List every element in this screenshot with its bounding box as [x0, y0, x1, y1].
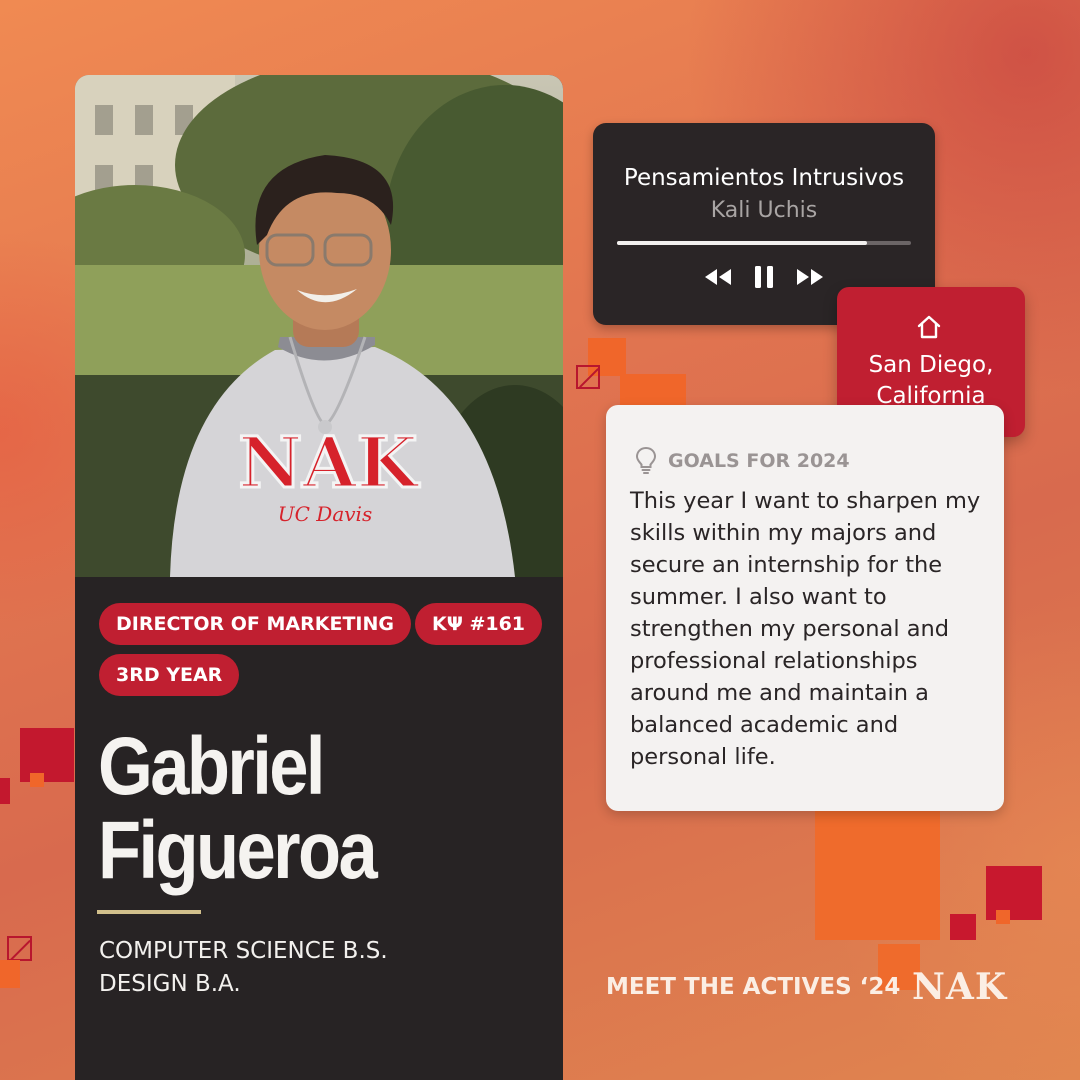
year-tag: 3RD YEAR: [99, 654, 240, 696]
pause-icon[interactable]: [746, 263, 782, 291]
major-line-2: DESIGN B.A.: [99, 971, 241, 997]
decor-square: [986, 866, 1042, 920]
decor-square: [815, 810, 940, 940]
major-line-1: COMPUTER SCIENCE B.S.: [99, 938, 388, 964]
decor-square: [996, 910, 1010, 924]
role-tag: DIRECTOR OF MARKETING: [99, 603, 411, 645]
footer-caption: MEET THE ACTIVES ‘24: [606, 974, 901, 1000]
hometown-text: San Diego, California: [837, 350, 1025, 412]
progress-fill: [617, 241, 867, 245]
progress-track[interactable]: [617, 241, 911, 245]
hometown-city: San Diego,: [868, 352, 994, 378]
fast-forward-icon[interactable]: [792, 263, 828, 291]
sweatshirt-script: UC Davis: [278, 502, 372, 526]
decor-square: [950, 914, 976, 940]
decor-square: [620, 374, 686, 408]
member-name: Gabriel Figueroa: [98, 725, 378, 896]
goals-heading: GOALS FOR 2024: [668, 450, 850, 472]
decor-square: [20, 728, 74, 782]
member-number-tag: ΚΨ #161: [414, 603, 543, 645]
decor-outline-square: [7, 936, 32, 961]
rewind-icon[interactable]: [700, 263, 736, 291]
role-tags: DIRECTOR OF MARKETING ΚΨ #161 3RD YEAR: [99, 603, 549, 705]
decor-square: [0, 778, 10, 804]
home-icon: [917, 315, 941, 339]
goals-body: This year I want to sharpen my skills wi…: [630, 488, 981, 770]
goals-card: GOALS FOR 2024 This year I want to sharp…: [606, 405, 1004, 811]
sweatshirt-letters: NAK: [238, 421, 419, 504]
nak-logo: NAK: [912, 966, 1008, 1008]
profile-photo-illustration: NAK UC Davis: [75, 75, 563, 577]
decor-square: [30, 773, 44, 787]
profile-card: NAK UC Davis DIRECTOR OF MARKETING ΚΨ #16…: [75, 75, 563, 1080]
last-name: Figueroa: [98, 805, 378, 896]
song-title: Pensamientos Intrusivos: [623, 165, 905, 191]
lightbulb-icon: [635, 446, 657, 474]
decor-outline-square: [576, 365, 600, 389]
first-name: Gabriel: [98, 721, 326, 812]
name-divider: [97, 910, 201, 914]
profile-photo: NAK UC Davis: [75, 75, 563, 577]
decor-square: [0, 960, 20, 988]
song-artist: Kali Uchis: [710, 198, 818, 223]
